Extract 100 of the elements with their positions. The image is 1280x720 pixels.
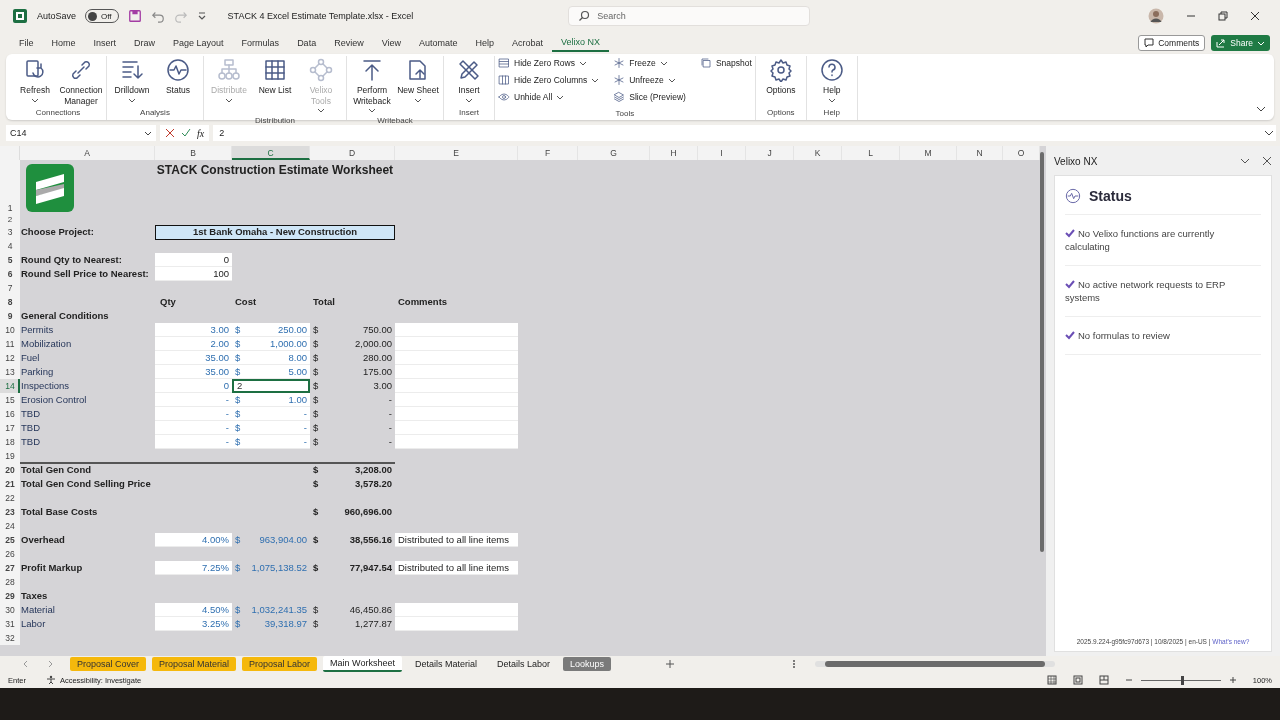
row-header[interactable]: 27 [0,561,20,575]
comment-cell[interactable] [395,323,518,337]
input-cell[interactable]: 4.50% [155,603,232,617]
zoom-out-icon[interactable] [1124,676,1133,684]
column-header[interactable]: N [957,146,1003,160]
enter-check-icon[interactable] [181,128,191,138]
row-header[interactable]: 16 [0,407,20,421]
sheet-tab[interactable]: Proposal Labor [242,657,318,671]
input-cell[interactable]: 100 [155,267,232,281]
comment-cell[interactable] [395,407,518,421]
sheet-tab[interactable]: Details Labor [490,657,558,671]
ribbon-large-button[interactable]: New Sheet [396,56,440,104]
sheet-tab[interactable]: Proposal Material [152,657,237,671]
input-cell[interactable]: 0 [155,379,232,393]
comment-cell[interactable] [395,617,518,631]
input-cell[interactable]: 35.00 [155,365,232,379]
ribbon-tab[interactable]: Help [466,35,504,51]
input-cell[interactable]: 0 [155,253,232,267]
column-header[interactable]: H [650,146,698,160]
column-header[interactable]: J [746,146,794,160]
search-field[interactable]: Search [568,6,811,26]
ribbon-large-button[interactable]: Status [156,56,200,96]
comment-cell[interactable] [395,421,518,435]
comment-cell[interactable] [395,393,518,407]
row-header[interactable]: 25 [0,533,20,547]
row-header[interactable]: 8 [0,295,20,309]
page-layout-icon[interactable] [1072,675,1083,685]
row-header[interactable]: 9 [0,309,20,323]
input-cell[interactable]: 7.25% [155,561,232,575]
row-header[interactable]: 29 [0,589,20,603]
input-cell[interactable]: - [155,393,232,407]
sheet-tab[interactable]: Lookups [563,657,612,671]
input-cell[interactable]: 2.00 [155,337,232,351]
next-sheet-icon[interactable] [46,660,54,668]
save-icon[interactable] [127,9,142,23]
input-cell[interactable]: - [155,407,232,421]
ribbon-tab[interactable]: Data [288,35,326,51]
input-cell[interactable]: - [155,435,232,449]
row-header[interactable]: 10 [0,323,20,337]
input-cell[interactable]: $ - [232,435,310,449]
row-header[interactable]: 7 [0,281,20,295]
ribbon-large-button[interactable]: Perform Writeback [350,56,394,114]
avatar-icon[interactable] [1148,8,1164,24]
column-header[interactable]: G [578,146,650,160]
sheet-tab[interactable]: Details Material [407,657,484,671]
row-header[interactable]: 14 [0,379,20,393]
ribbon-large-button[interactable]: Drilldown [110,56,154,104]
row-header[interactable]: 31 [0,617,20,631]
ribbon-large-button[interactable]: Connection Manager [59,56,103,106]
ribbon-large-button[interactable]: Insert [447,56,491,104]
page-break-icon[interactable] [1098,675,1109,685]
row-header[interactable]: 6 [0,267,20,281]
column-header[interactable]: E [395,146,518,160]
input-cell[interactable]: 3.25% [155,617,232,631]
row-header[interactable]: 24 [0,519,20,533]
ribbon-tab[interactable]: Acrobat [503,35,553,51]
row-header[interactable]: 5 [0,253,20,267]
zoom-in-icon[interactable] [1228,676,1237,684]
add-sheet-icon[interactable] [665,659,676,669]
row-header[interactable]: 28 [0,575,20,589]
comment-cell[interactable] [395,351,518,365]
ribbon-tab[interactable]: Insert [84,35,126,51]
column-header[interactable]: L [842,146,900,160]
input-cell[interactable]: - [155,421,232,435]
row-header[interactable]: 21 [0,477,20,491]
input-cell[interactable]: $ 250.00 [232,323,310,337]
close-icon[interactable] [1262,156,1272,166]
column-header[interactable]: A [20,146,155,160]
row-header[interactable]: 30 [0,603,20,617]
undo-icon[interactable] [150,9,165,23]
ribbon-button[interactable]: Hide Zero Rows [498,57,600,69]
row-header[interactable]: 26 [0,547,20,561]
previous-sheet-icon[interactable] [22,660,30,668]
input-cell[interactable]: $ 5.00 [232,365,310,379]
column-header[interactable]: C [232,146,310,160]
row-header[interactable]: 13 [0,365,20,379]
row-header[interactable]: 18 [0,435,20,449]
row-header[interactable]: 17 [0,421,20,435]
comments-button[interactable]: Comments [1138,35,1206,51]
input-cell[interactable]: $ - [232,407,310,421]
name-box[interactable]: C14 [6,125,156,141]
row-header[interactable]: 20 [0,463,20,477]
ribbon-button[interactable]: Snapshot [699,57,752,69]
row-header[interactable]: 12 [0,351,20,365]
close-icon[interactable] [1250,11,1260,21]
expand-icon[interactable] [1264,128,1274,138]
collapse-ribbon-icon[interactable] [1256,104,1266,114]
active-cell[interactable]: 2 [232,379,310,393]
row-header[interactable]: 22 [0,491,20,505]
comment-cell[interactable]: Distributed to all line items [395,533,518,547]
column-header[interactable]: I [698,146,746,160]
ribbon-tab[interactable]: Velixo NX [552,34,610,52]
comment-cell[interactable] [395,603,518,617]
input-cell[interactable]: $ 1,000.00 [232,337,310,351]
ribbon-tab[interactable]: Automate [410,35,467,51]
column-header[interactable]: M [900,146,957,160]
column-header[interactable]: K [794,146,842,160]
sheet-tab[interactable]: Main Worksheet [323,656,402,672]
row-header[interactable]: 11 [0,337,20,351]
input-cell[interactable]: 4.00% [155,533,232,547]
